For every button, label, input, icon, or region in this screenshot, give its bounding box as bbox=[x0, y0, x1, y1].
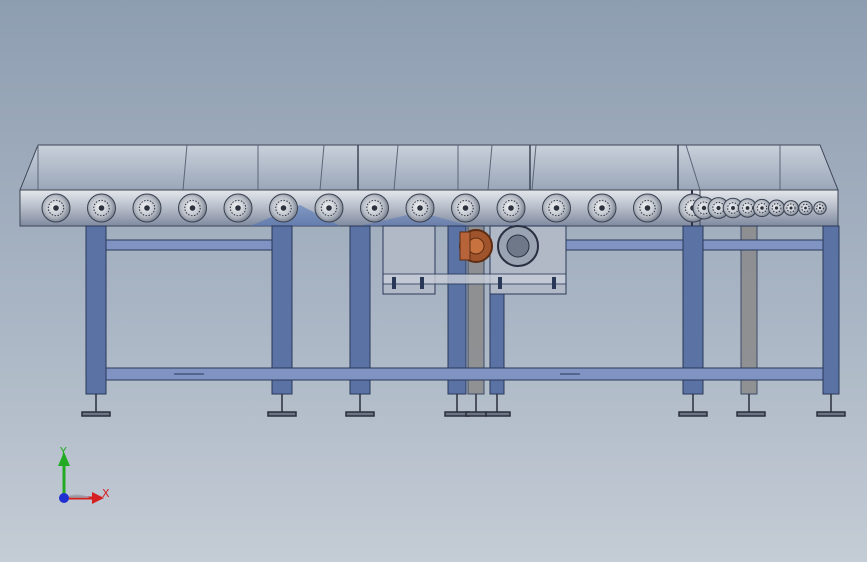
roller bbox=[178, 193, 207, 223]
roller bbox=[798, 200, 813, 216]
roller bbox=[269, 193, 298, 223]
y-axis-label: Y bbox=[59, 445, 67, 458]
roller bbox=[768, 199, 785, 217]
roller bbox=[587, 193, 617, 223]
roller bbox=[87, 193, 116, 223]
roller bbox=[405, 193, 435, 223]
roller bbox=[813, 201, 827, 215]
roller bbox=[633, 193, 662, 223]
hopper-guard bbox=[19, 144, 839, 191]
roller bbox=[132, 193, 162, 223]
roller bbox=[542, 193, 571, 223]
roller bbox=[41, 193, 71, 223]
roller bbox=[223, 193, 253, 223]
conveyor-model[interactable]: Y X bbox=[0, 0, 867, 562]
roller bbox=[314, 193, 344, 223]
drive-motor bbox=[382, 225, 567, 295]
x-axis-label: X bbox=[102, 487, 110, 500]
roller bbox=[451, 193, 480, 223]
roller bbox=[360, 193, 389, 223]
leveling-feet bbox=[81, 394, 846, 417]
axis-triad bbox=[58, 452, 104, 504]
roller-set-main bbox=[41, 193, 708, 223]
roller bbox=[496, 193, 526, 223]
roller bbox=[783, 200, 799, 216]
cad-viewport[interactable]: Y X bbox=[0, 0, 867, 562]
